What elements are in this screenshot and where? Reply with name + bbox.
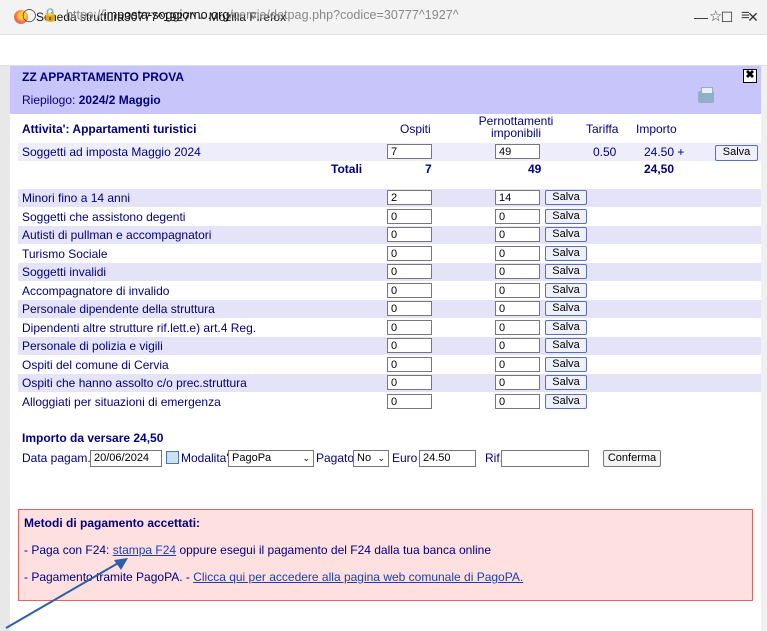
totals-nights: 49 <box>528 162 542 176</box>
euro-label: Euro <box>392 451 418 465</box>
activity-heading: Attivita': Appartamenti turistici <box>22 122 197 136</box>
exempt-row-label: Accompagnatore di invalido <box>22 284 170 298</box>
exempt-row-label: Personale dipendente della struttura <box>22 302 215 316</box>
save-button[interactable]: Salva <box>545 301 587 316</box>
save-button[interactable]: Salva <box>545 320 587 335</box>
nights-input[interactable]: 0 <box>495 283 540 298</box>
date-label: Data pagam. <box>22 451 91 465</box>
nights-input[interactable]: 0 <box>495 209 540 224</box>
guests-input[interactable]: 0 <box>387 301 432 316</box>
menu-icon[interactable]: ≡ <box>741 7 750 24</box>
exempt-row-label: Ospiti che hanno assolto c/o prec.strutt… <box>22 376 247 390</box>
exempt-row-label: Alloggiati per situazioni di emergenza <box>22 395 221 409</box>
save-button[interactable]: Salva <box>715 145 758 161</box>
save-button[interactable]: Salva <box>545 394 587 409</box>
nights-input[interactable]: 0 <box>495 264 540 279</box>
lock-icon[interactable]: 🔒 <box>42 7 58 23</box>
guests-input[interactable]: 2 <box>387 190 432 205</box>
nights-input[interactable]: 14 <box>495 190 540 205</box>
amount-due: Importo da versare 24,50 <box>22 431 164 445</box>
nights-input[interactable]: 0 <box>495 357 540 372</box>
exempt-row-label: Minori fino a 14 anni <box>22 191 131 205</box>
guests-input[interactable]: 0 <box>387 394 432 409</box>
printer-icon[interactable] <box>698 87 714 103</box>
guests-input[interactable]: 7 <box>387 144 432 159</box>
property-title: ZZ APPARTAMENTO PROVA <box>22 70 184 84</box>
save-button[interactable]: Salva <box>545 338 587 353</box>
totals-label: Totali <box>331 162 363 176</box>
column-amount: Importo <box>636 122 677 136</box>
nights-input[interactable]: 49 <box>495 144 540 159</box>
nights-input[interactable]: 0 <box>495 227 540 242</box>
save-button[interactable]: Salva <box>545 246 587 261</box>
nights-input[interactable]: 0 <box>495 320 540 335</box>
save-button[interactable]: Salva <box>545 227 587 242</box>
column-guests: Ospiti <box>400 122 431 136</box>
exempt-row-label: Ospiti del comune di Cervia <box>22 358 169 372</box>
chevron-down-icon: ⌄ <box>377 453 385 463</box>
guests-input[interactable]: 0 <box>387 209 432 224</box>
exempt-row-label: Soggetti che assistono degenti <box>22 210 186 224</box>
save-button[interactable]: Salva <box>545 209 587 224</box>
pagopa-link[interactable]: Clicca qui per accedere alla pagina web … <box>193 570 523 584</box>
url-bar <box>0 35 767 66</box>
guests-input[interactable]: 0 <box>387 227 432 242</box>
confirm-button[interactable]: Conferma <box>603 450 661 467</box>
guests-input[interactable]: 0 <box>387 264 432 279</box>
chevron-down-icon: ⌄ <box>302 453 310 463</box>
exempt-row-label: Turismo Sociale <box>22 247 108 261</box>
exempt-row-label: Soggetti invalidi <box>22 265 107 279</box>
euro-input[interactable]: 24.50 <box>419 450 476 467</box>
scrollbar[interactable] <box>761 66 767 631</box>
exempt-row-label: Personale di polizia e vigili <box>22 339 163 353</box>
url-text[interactable]: https://imposta-soggiorno.org/cervia/det… <box>66 8 459 22</box>
paid-label: Pagato <box>316 451 355 465</box>
nights-input[interactable]: 0 <box>495 301 540 316</box>
amount-value: 24.50 + <box>644 145 685 159</box>
save-button[interactable]: Salva <box>545 190 587 205</box>
exempt-row-label: Dipendenti altre strutture rif.lett.e) a… <box>22 321 257 335</box>
nights-input[interactable]: 0 <box>495 246 540 261</box>
ref-input[interactable] <box>501 450 589 467</box>
summary-line: Riepilogo: 2024/2 Maggio <box>22 93 161 107</box>
paid-select[interactable]: No ⌄ <box>353 450 389 467</box>
mode-label: Modalita' <box>181 451 229 465</box>
totals-amount: 24,50 <box>644 162 675 176</box>
guests-input[interactable]: 0 <box>387 338 432 353</box>
save-button[interactable]: Salva <box>545 375 587 390</box>
guests-input[interactable]: 0 <box>387 375 432 390</box>
annotation-arrow-icon <box>5 558 128 629</box>
nights-input[interactable]: 0 <box>495 394 540 409</box>
exempt-row-label: Autisti di pullman e accompagnatori <box>22 228 212 242</box>
date-input[interactable]: 20/06/2024 <box>90 450 162 467</box>
nights-input[interactable]: 0 <box>495 375 540 390</box>
totals-guests: 7 <box>425 162 432 176</box>
save-button[interactable]: Salva <box>545 264 587 279</box>
guests-input[interactable]: 0 <box>387 246 432 261</box>
guests-input[interactable]: 0 <box>387 283 432 298</box>
save-button[interactable]: Salva <box>545 357 587 372</box>
mode-select[interactable]: PagoPa ⌄ <box>228 450 314 467</box>
close-panel-icon[interactable]: ✖ <box>743 69 757 83</box>
nights-input[interactable]: 0 <box>495 338 540 353</box>
save-button[interactable]: Salva <box>545 283 587 298</box>
background-page-edge <box>0 66 10 631</box>
guests-input[interactable]: 0 <box>387 320 432 335</box>
calendar-icon[interactable] <box>166 451 179 464</box>
guests-input[interactable]: 0 <box>387 357 432 372</box>
shield-icon[interactable]: ◯ <box>22 7 37 23</box>
main-row-label: Soggetti ad imposta Maggio 2024 <box>22 145 201 159</box>
rate-value: 0.50 <box>593 145 617 159</box>
methods-title: Metodi di pagamento accettati: <box>24 516 201 530</box>
column-nights: Pernottamenti imponibili <box>478 114 554 140</box>
bookmark-star-icon[interactable]: ☆ <box>709 7 722 25</box>
column-rate: Tariffa <box>586 122 619 136</box>
